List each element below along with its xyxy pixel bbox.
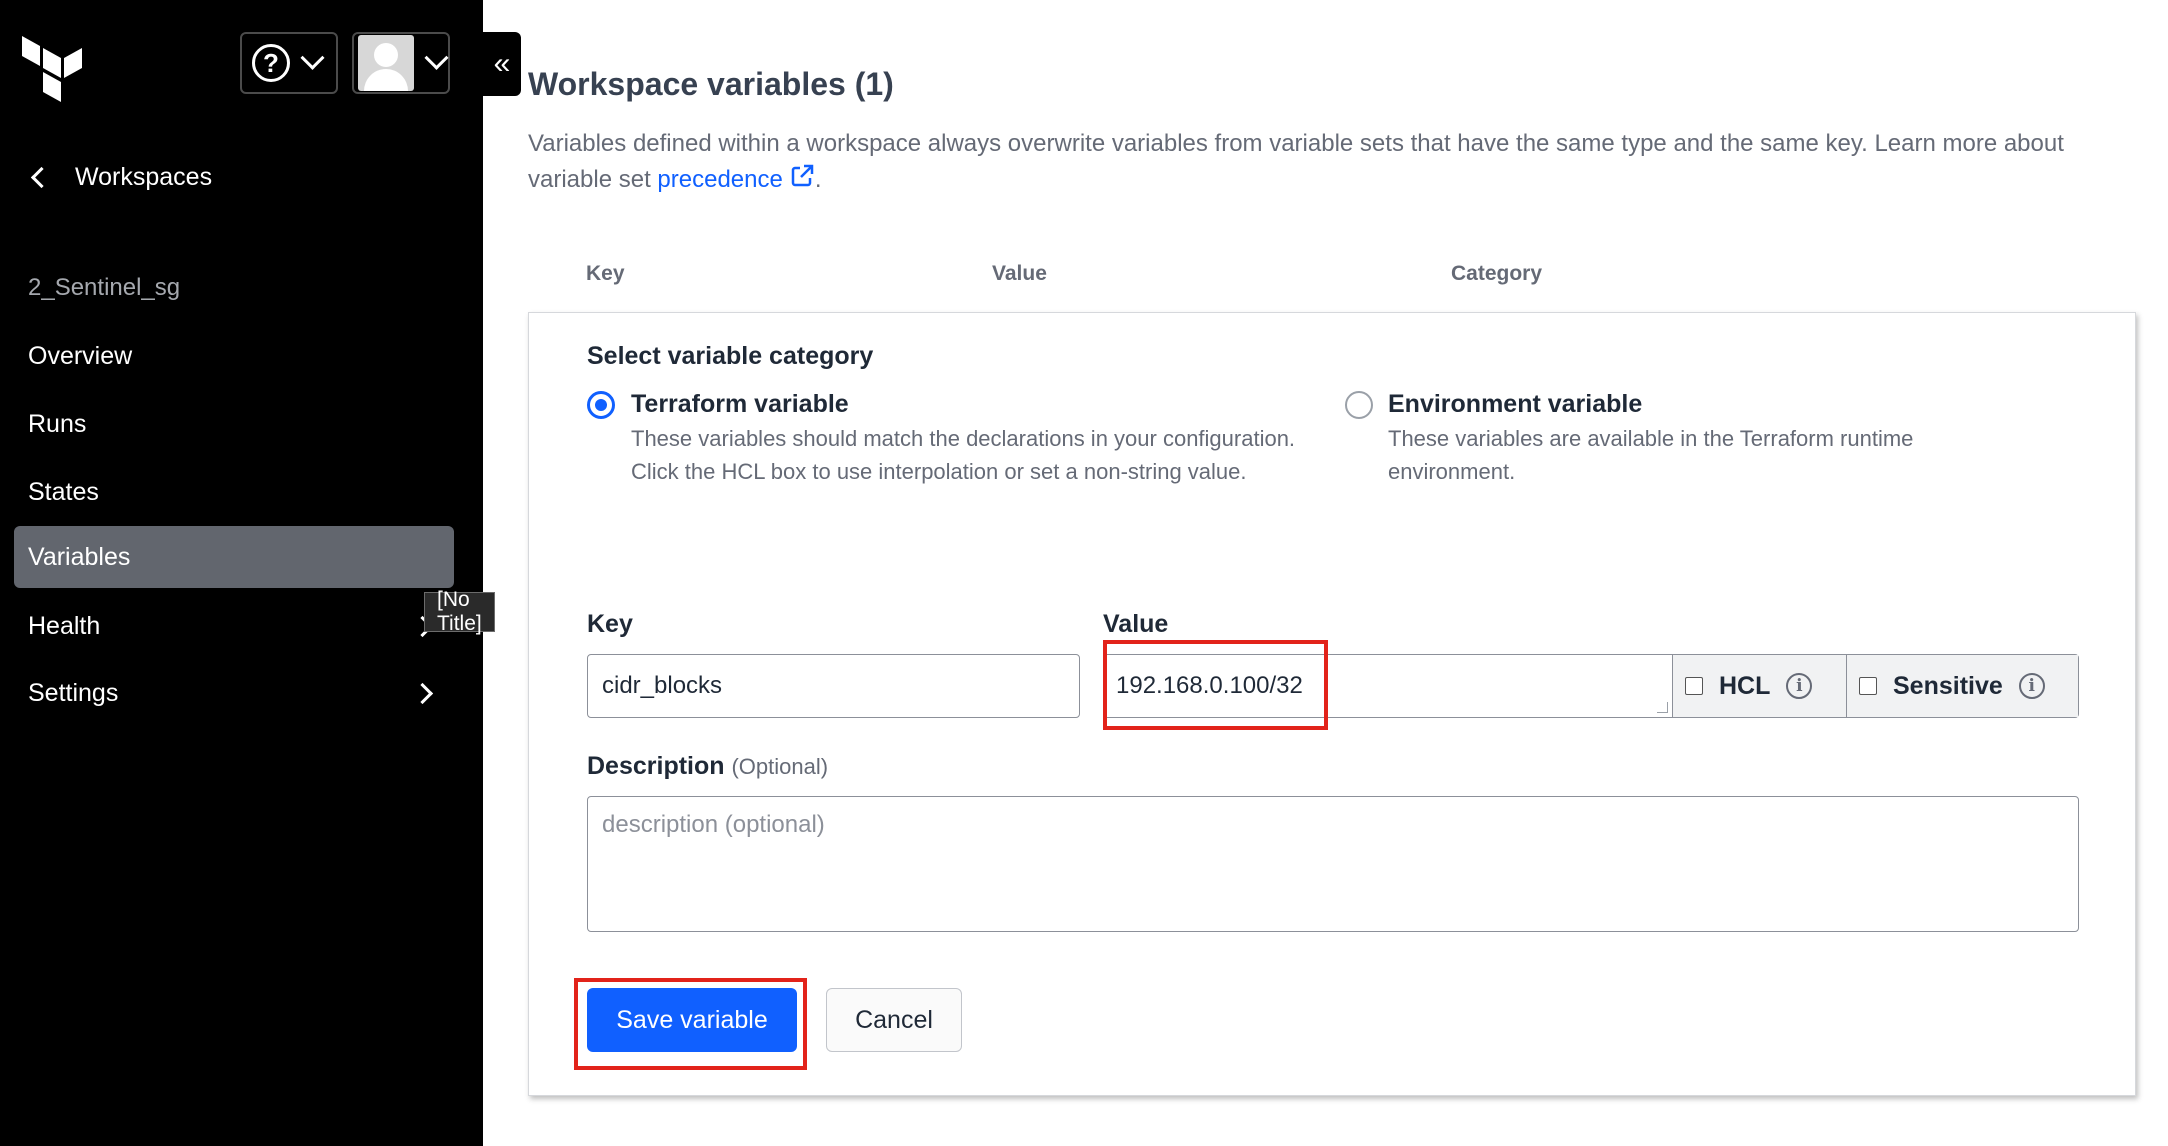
precedence-link[interactable]: precedence	[657, 164, 814, 193]
category-heading: Select variable category	[587, 342, 874, 370]
column-header-category: Category	[1451, 262, 1543, 285]
column-header-value: Value	[992, 262, 1047, 285]
collapse-sidebar-button[interactable]: «	[483, 32, 521, 96]
chevron-right-icon	[411, 682, 434, 704]
sidebar-item-states[interactable]: States	[14, 461, 454, 523]
key-input[interactable]: cidr_blocks	[587, 654, 1080, 718]
sensitive-label: Sensitive	[1893, 671, 2003, 700]
intro-end: .	[814, 166, 822, 193]
terraform-variable-description: These variables should match the declara…	[631, 426, 1296, 484]
environment-variable-radio[interactable]	[1345, 391, 1373, 419]
hcl-toggle[interactable]: HCL i	[1672, 655, 1846, 717]
sidebar-item-label: Settings	[28, 678, 119, 707]
description-label-text: Description	[587, 752, 725, 780]
user-menu-button[interactable]	[352, 32, 450, 94]
hcl-checkbox[interactable]	[1685, 677, 1703, 695]
sidebar-item-label: Variables	[28, 542, 131, 571]
terraform-variable-radio[interactable]	[587, 391, 615, 419]
key-label: Key	[587, 610, 633, 638]
sidebar-item-label: States	[28, 477, 99, 506]
external-link-icon	[791, 164, 814, 187]
sensitive-toggle[interactable]: Sensitive i	[1846, 655, 2078, 717]
sidebar-item-overview[interactable]: Overview	[14, 325, 454, 387]
terraform-logo-icon[interactable]	[22, 32, 92, 102]
sensitive-checkbox[interactable]	[1859, 677, 1877, 695]
value-field-group: 192.168.0.100/32 HCL i Sensitive i	[1103, 654, 2079, 718]
sidebar-item-runs[interactable]: Runs	[14, 393, 454, 455]
description-label: Description (Optional)	[587, 752, 828, 781]
value-text: 192.168.0.100/32	[1116, 672, 1303, 699]
sidebar-item-label: Health	[28, 611, 101, 640]
help-icon: ?	[252, 44, 290, 82]
sidebar-item-health[interactable]: Health	[14, 595, 454, 657]
sidebar-item-label: Runs	[28, 409, 87, 438]
description-textarea[interactable]: description (optional)	[587, 796, 2079, 932]
chevron-down-icon	[424, 45, 449, 70]
chevron-left-icon	[30, 166, 53, 189]
chevron-down-icon	[300, 45, 325, 70]
column-header-key: Key	[586, 262, 625, 285]
sidebar-item-label: Overview	[28, 341, 133, 370]
value-label: Value	[1103, 610, 1169, 638]
workspace-name: 2_Sentinel_sg	[28, 274, 181, 301]
info-icon[interactable]: i	[1786, 673, 1813, 699]
sidebar: ? Workspaces 2_Sentinel_sg Overview Runs…	[0, 0, 495, 1146]
info-icon[interactable]: i	[2018, 673, 2045, 699]
cancel-button[interactable]: Cancel	[826, 988, 962, 1052]
sidebar-item-settings[interactable]: Settings	[14, 662, 454, 724]
save-variable-button[interactable]: Save variable	[587, 988, 797, 1052]
environment-variable-description: These variables are available in the Ter…	[1388, 426, 1914, 484]
avatar	[358, 35, 414, 91]
value-input[interactable]: 192.168.0.100/32	[1104, 655, 1672, 717]
intro-text: Variables defined within a workspace alw…	[528, 126, 2128, 198]
optional-hint: (Optional)	[731, 754, 829, 779]
terraform-variable-label: Terraform variable	[631, 390, 849, 418]
hcl-label: HCL	[1719, 671, 1771, 700]
resize-handle-icon[interactable]	[1657, 702, 1668, 713]
page-title: Workspace variables (1)	[528, 66, 894, 102]
help-menu-button[interactable]: ?	[240, 32, 338, 94]
back-link-label: Workspaces	[75, 163, 213, 191]
back-to-workspaces-link[interactable]: Workspaces	[28, 163, 212, 192]
environment-variable-label: Environment variable	[1388, 390, 1643, 418]
sidebar-item-variables[interactable]: Variables	[14, 526, 454, 588]
tooltip: [No Title]	[424, 588, 495, 635]
precedence-link-label: precedence	[657, 166, 783, 193]
